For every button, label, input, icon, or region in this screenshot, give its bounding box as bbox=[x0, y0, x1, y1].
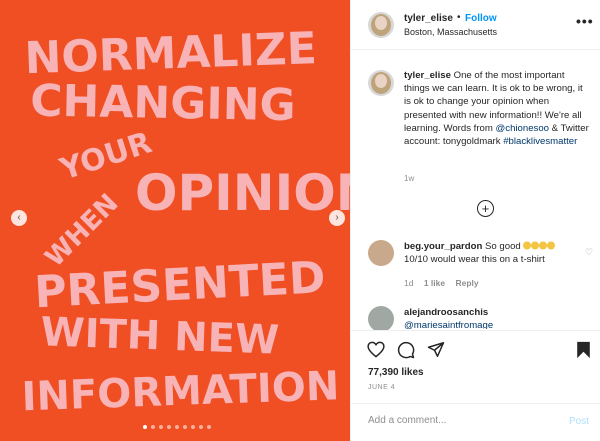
comment-likes-count[interactable]: 1 like bbox=[424, 278, 445, 288]
carousel-dot bbox=[175, 425, 179, 429]
bookmark-save-icon[interactable] bbox=[576, 341, 591, 359]
caption-mention-link[interactable]: @chionesoo bbox=[496, 123, 549, 134]
comment-reply-button[interactable]: Reply bbox=[456, 278, 479, 288]
carousel-dot bbox=[207, 425, 211, 429]
carousel-dot bbox=[183, 425, 187, 429]
add-comment-bar: Post bbox=[351, 403, 600, 441]
post-date[interactable]: JUNE 4 bbox=[368, 384, 395, 391]
raising-hands-emoji-icon bbox=[523, 241, 556, 250]
comment-text: So good bbox=[482, 241, 524, 252]
author-avatar[interactable] bbox=[368, 12, 394, 38]
post-image[interactable]: NORMALIZE CHANGING YOUR OPINION WHEN PRE… bbox=[0, 0, 350, 441]
comment-bubble-icon[interactable] bbox=[397, 341, 415, 359]
art-line-with-new: WITH NEW bbox=[40, 309, 280, 363]
comment-timestamp[interactable]: 1d bbox=[404, 278, 413, 288]
caption-author-avatar[interactable] bbox=[368, 70, 394, 96]
author-username[interactable]: tyler_elise bbox=[404, 13, 453, 24]
carousel-dot bbox=[191, 425, 195, 429]
comment-like-heart-icon[interactable]: ♡ bbox=[585, 247, 593, 258]
carousel-dots bbox=[143, 425, 211, 429]
carousel-dot bbox=[167, 425, 171, 429]
carousel-dot bbox=[143, 425, 147, 429]
post-location[interactable]: Boston, Massachusetts bbox=[404, 27, 497, 37]
comment-username[interactable]: beg.your_pardon bbox=[404, 241, 482, 252]
art-line-normalize: NORMALIZE bbox=[24, 23, 318, 84]
art-line-information: INFORMATION bbox=[21, 363, 340, 420]
art-line-presented: PRESENTED bbox=[33, 252, 327, 318]
add-comment-input[interactable] bbox=[368, 415, 548, 426]
comment-meta: 1d 1 like Reply bbox=[404, 278, 487, 288]
likes-count[interactable]: 77,390 likes bbox=[368, 367, 424, 378]
carousel-dot bbox=[151, 425, 155, 429]
comment-item: beg.your_pardon So good 10/10 would wear… bbox=[404, 240, 579, 266]
carousel-next-button[interactable]: › bbox=[329, 210, 345, 226]
header-separator: • bbox=[457, 12, 461, 23]
chevron-right-icon: › bbox=[335, 212, 339, 223]
post-image-artwork: NORMALIZE CHANGING YOUR OPINION WHEN PRE… bbox=[21, 23, 350, 420]
more-dots-icon[interactable]: ••• bbox=[576, 13, 594, 29]
post-comment-button[interactable]: Post bbox=[569, 416, 589, 427]
avatar-face bbox=[375, 16, 387, 30]
post-actions-section: 77,390 likes JUNE 4 Post bbox=[351, 330, 600, 440]
comment-username[interactable]: alejandroosanchis bbox=[404, 307, 488, 318]
plus-circle-icon: + bbox=[481, 201, 490, 216]
like-heart-icon[interactable] bbox=[367, 341, 385, 358]
instagram-post-modal: NORMALIZE CHANGING YOUR OPINION WHEN PRE… bbox=[0, 0, 600, 441]
comment-text-2: 10/10 would wear this on a t-shirt bbox=[404, 254, 545, 266]
art-line-changing: CHANGING bbox=[30, 75, 296, 131]
load-more-comments-button[interactable]: + bbox=[477, 200, 494, 217]
share-paper-plane-icon[interactable] bbox=[427, 341, 445, 358]
chevron-left-icon: ‹ bbox=[17, 212, 21, 223]
caption-hashtag-link[interactable]: #blacklivesmatter bbox=[503, 136, 577, 147]
commenter-avatar[interactable] bbox=[368, 306, 394, 332]
post-caption: tyler_elise One of the most important th… bbox=[404, 69, 589, 148]
caption-timestamp[interactable]: 1w bbox=[404, 174, 414, 183]
carousel-dot bbox=[159, 425, 163, 429]
comment-mention-link[interactable]: @mariesaintfromage bbox=[404, 320, 493, 329]
art-line-opinion: OPINION bbox=[135, 164, 350, 222]
caption-username[interactable]: tyler_elise bbox=[404, 70, 451, 81]
post-side-panel: tyler_elise • Follow Boston, Massachuset… bbox=[350, 0, 600, 441]
avatar-face bbox=[375, 74, 387, 88]
carousel-dot bbox=[199, 425, 203, 429]
art-line-when: WHEN bbox=[40, 188, 125, 273]
follow-button[interactable]: Follow bbox=[465, 13, 497, 24]
commenter-avatar[interactable] bbox=[368, 240, 394, 266]
post-header: tyler_elise • Follow Boston, Massachuset… bbox=[351, 0, 600, 50]
carousel-prev-button[interactable]: ‹ bbox=[11, 210, 27, 226]
